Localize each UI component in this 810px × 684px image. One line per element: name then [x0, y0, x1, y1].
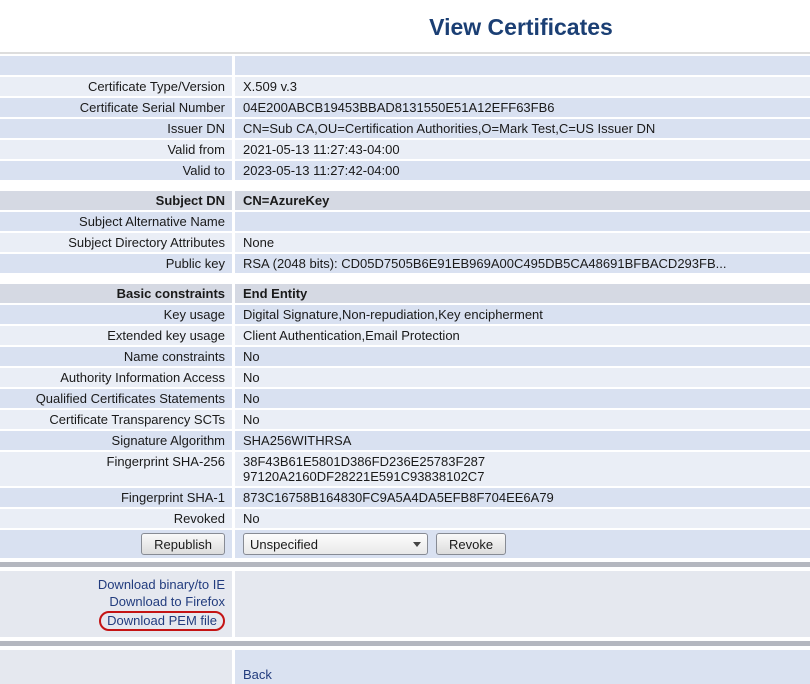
section-header-label: Subject DN — [0, 191, 232, 210]
downloads-section: Download binary/to IE Download to Firefo… — [0, 571, 810, 637]
field-label: Issuer DN — [0, 119, 232, 138]
field-value: No — [235, 368, 810, 387]
section-header-label: Basic constraints — [0, 284, 232, 303]
field-value: None — [235, 233, 810, 252]
footer-spacer-cell — [0, 650, 232, 684]
field-value: SHA256WITHRSA — [235, 431, 810, 450]
field-label: Subject Directory Attributes — [0, 233, 232, 252]
field-label: Certificate Transparency SCTs — [0, 410, 232, 429]
field-value: 2023-05-13 11:27:42-04:00 — [235, 161, 810, 180]
field-label: Revoked — [0, 509, 232, 528]
title-separator — [0, 52, 810, 54]
field-value: 04E200ABCB19453BBAD8131550E51A12EFF63FB6 — [235, 98, 810, 117]
field-value — [235, 212, 810, 231]
field-label: Subject Alternative Name — [0, 212, 232, 231]
download-pem-link[interactable]: Download PEM file — [107, 613, 217, 628]
section-divider — [0, 562, 810, 567]
field-label: Name constraints — [0, 347, 232, 366]
download-binary-ie-link[interactable]: Download binary/to IE — [98, 577, 225, 592]
field-label: Signature Algorithm — [0, 431, 232, 450]
certificate-general-table: Certificate Type/Version X.509 v.3 Certi… — [0, 56, 810, 180]
field-value: 2021-05-13 11:27:43-04:00 — [235, 140, 810, 159]
page-title: View Certificates — [0, 0, 810, 52]
constraints-table: Basic constraints End Entity Key usage D… — [0, 284, 810, 558]
field-label: Certificate Type/Version — [0, 77, 232, 96]
field-label: Public key — [0, 254, 232, 273]
section-divider — [0, 641, 810, 646]
field-value: RSA (2048 bits): CD05D7505B6E91EB969A00C… — [235, 254, 810, 273]
field-value: Client Authentication,Email Protection — [235, 326, 810, 345]
footer-back-cell: Back — [235, 650, 810, 684]
revocation-reason-selected-value: Unspecified — [250, 537, 318, 552]
republish-button[interactable]: Republish — [141, 533, 225, 555]
field-label: Valid to — [0, 161, 232, 180]
section-header-value: CN=AzureKey — [235, 191, 810, 210]
download-firefox-link[interactable]: Download to Firefox — [109, 594, 225, 609]
field-label: Fingerprint SHA-1 — [0, 488, 232, 507]
field-value: No — [235, 410, 810, 429]
field-value: CN=Sub CA,OU=Certification Authorities,O… — [235, 119, 810, 138]
chevron-down-icon — [413, 542, 421, 547]
field-label: Key usage — [0, 305, 232, 324]
field-label: Certificate Serial Number — [0, 98, 232, 117]
spacer-cell — [0, 56, 232, 75]
subject-table: Subject DN CN=AzureKey Subject Alternati… — [0, 191, 810, 273]
field-value: Digital Signature,Non-repudiation,Key en… — [235, 305, 810, 324]
revoke-cell: Unspecified Revoke — [235, 530, 810, 558]
section-header-value: End Entity — [235, 284, 810, 303]
field-label: Authority Information Access — [0, 368, 232, 387]
field-value: No — [235, 389, 810, 408]
field-value: No — [235, 509, 810, 528]
field-value: X.509 v.3 — [235, 77, 810, 96]
footer-section: Back — [0, 650, 810, 684]
revoke-button[interactable]: Revoke — [436, 533, 506, 555]
revocation-reason-select[interactable]: Unspecified — [243, 533, 428, 555]
red-annotation-oval: Download PEM file — [99, 611, 225, 631]
field-label: Valid from — [0, 140, 232, 159]
download-links-cell: Download binary/to IE Download to Firefo… — [0, 571, 232, 637]
field-value: 38F43B61E5801D386FD236E25783F287 97120A2… — [235, 452, 810, 486]
field-value: 873C16758B164830FC9A5A4DA5EFB8F704EE6A79 — [235, 488, 810, 507]
downloads-spacer-cell — [235, 571, 810, 637]
republish-cell: Republish — [0, 530, 232, 558]
spacer-cell — [235, 56, 810, 75]
field-label: Qualified Certificates Statements — [0, 389, 232, 408]
field-label: Fingerprint SHA-256 — [0, 452, 232, 486]
field-label: Extended key usage — [0, 326, 232, 345]
field-value: No — [235, 347, 810, 366]
